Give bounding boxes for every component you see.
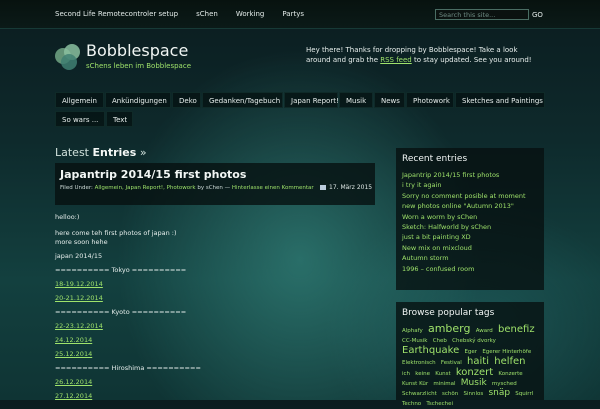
nav-musik[interactable]: Musik: [339, 92, 373, 108]
meta-dash: —: [224, 185, 231, 191]
post-line: here come teh first photos of japan :): [55, 229, 177, 237]
post-author: sChen: [205, 185, 223, 191]
bubble-logo-icon[interactable]: [55, 44, 81, 70]
tag-link[interactable]: Musik: [461, 378, 487, 388]
top-navigation: Second Life Remotecontroler setup sChen …: [55, 10, 322, 18]
gallery-link[interactable]: 24.12.2014: [55, 336, 92, 344]
by-label: by: [197, 185, 205, 191]
latest-entries-heading: Latest Entries »: [55, 146, 147, 159]
nav-allgemein[interactable]: Allgemein: [55, 92, 104, 108]
tag-link[interactable]: mysched: [492, 381, 517, 387]
tag-link[interactable]: ich: [402, 371, 410, 377]
tag-link[interactable]: Chebský dvorky: [452, 338, 496, 344]
post-line: more soon hehe: [55, 238, 108, 246]
site-title[interactable]: Bobblespace: [86, 41, 188, 60]
search-go-button[interactable]: GO: [532, 9, 543, 21]
double-arrow-icon: »: [139, 146, 147, 159]
recent-entry-link[interactable]: new photos online "Autumn 2013": [396, 201, 544, 211]
recent-entries-title: Recent entries: [402, 154, 468, 164]
tag-link[interactable]: amberg: [428, 322, 471, 335]
topnav-item-working[interactable]: Working: [236, 10, 265, 18]
post-title[interactable]: Japantrip 2014/15 first photos: [60, 168, 246, 181]
search-input[interactable]: Search this site...: [435, 9, 529, 20]
popular-tags-box: Browse popular tags Alphafy amberg Award…: [396, 302, 544, 407]
post-categories-links[interactable]: Allgemein, Japan Report!, Photowork: [95, 185, 196, 191]
recent-entry-link[interactable]: Sketch: Halfworld by sChen: [396, 222, 544, 232]
tag-link[interactable]: Eger: [464, 349, 477, 355]
tag-link[interactable]: Elektronisch: [402, 360, 436, 366]
tag-link[interactable]: Festival: [441, 360, 462, 366]
recent-entry-link[interactable]: Autumn storm: [396, 253, 544, 263]
tag-link[interactable]: minimal: [433, 381, 455, 387]
tag-link[interactable]: Schwarzlicht: [402, 391, 437, 397]
recent-entry-link[interactable]: just a bit painting XD: [396, 232, 544, 242]
nav-photowork[interactable]: Photowork: [406, 92, 454, 108]
topnav-item-partys[interactable]: Partys: [282, 10, 304, 18]
tag-cloud: Alphafy amberg Award benefiz CC-Musik Ch…: [396, 322, 544, 409]
post-line: ========== Kyoto ==========: [55, 308, 187, 316]
tag-link[interactable]: Techno: [402, 401, 421, 407]
latest-label: Latest: [55, 146, 89, 159]
gallery-link[interactable]: 20-21.12.2014: [55, 294, 103, 302]
post-line: helloo:): [55, 213, 80, 221]
tag-link[interactable]: konzert: [456, 367, 493, 378]
gallery-link[interactable]: 27.12.2014: [55, 392, 92, 400]
nav-gedanken[interactable]: Gedanken/Tagebuch: [202, 92, 283, 108]
recent-entries-box: Recent entries Japantrip 2014/15 first p…: [396, 148, 544, 290]
post-line: japan 2014/15: [55, 252, 103, 260]
tag-link[interactable]: haiti: [467, 356, 489, 367]
post-date-text: 17. März 2015: [329, 184, 373, 191]
rss-feed-link[interactable]: RSS feed: [380, 56, 412, 64]
nav-so-wars[interactable]: So wars ...: [55, 111, 105, 127]
tag-link[interactable]: Earthquake: [402, 345, 459, 356]
tag-link[interactable]: Tschechei: [426, 401, 453, 407]
tag-link[interactable]: Squirrl: [515, 391, 533, 397]
topnav-item-remotecontroler[interactable]: Second Life Remotecontroler setup: [55, 10, 178, 18]
calendar-icon: [320, 185, 326, 190]
tag-link[interactable]: Kunst Kür: [402, 381, 428, 387]
tag-link[interactable]: Cheb: [433, 338, 447, 344]
tag-link[interactable]: Egerer Hinterhöfe: [482, 349, 531, 355]
recent-entry-link[interactable]: i try it again: [396, 180, 544, 190]
nav-sketches[interactable]: Sketches and Paintings: [455, 92, 545, 108]
gallery-link[interactable]: 26.12.2014: [55, 378, 92, 386]
tag-link[interactable]: Sinnlos: [463, 391, 483, 397]
welcome-text-end: to stay updated. See you around!: [413, 56, 532, 64]
nav-news[interactable]: News: [374, 92, 405, 108]
welcome-message: Hey there! Thanks for dropping by Bobble…: [306, 45, 544, 65]
gallery-link[interactable]: 25.12.2014: [55, 350, 92, 358]
tag-link[interactable]: Konzerte: [498, 371, 522, 377]
tag-link[interactable]: CC-Musik: [402, 338, 427, 344]
nav-japan-report[interactable]: Japan Report!: [284, 92, 339, 108]
popular-tags-title: Browse popular tags: [402, 308, 495, 318]
post-line: ========== Hiroshima ==========: [55, 364, 201, 372]
tag-link[interactable]: benefiz: [498, 324, 535, 335]
nav-ankuendigungen[interactable]: Ankündigungen: [105, 92, 171, 108]
tag-link[interactable]: Kunst: [435, 371, 450, 377]
recent-entry-link[interactable]: Worn a worm by sChen: [396, 212, 544, 222]
recent-entries-list: Japantrip 2014/15 first photos i try it …: [396, 170, 544, 274]
tag-link[interactable]: helfen: [494, 356, 525, 367]
recent-entry-link[interactable]: Japantrip 2014/15 first photos: [396, 170, 544, 180]
nav-text[interactable]: Text: [106, 111, 133, 127]
entries-label: Entries: [92, 146, 137, 159]
tag-link[interactable]: Alphafy: [402, 328, 423, 334]
tag-link[interactable]: Award: [476, 328, 493, 334]
tag-link[interactable]: schön: [442, 391, 458, 397]
tag-link[interactable]: keine: [415, 371, 430, 377]
nav-deko[interactable]: Deko: [172, 92, 201, 108]
recent-entry-link[interactable]: 1996 – confused room: [396, 264, 544, 274]
recent-entry-link[interactable]: Sorry no comment posible at moment: [396, 191, 544, 201]
post-line: ========== Tokyo ==========: [55, 266, 187, 274]
post-meta: Filed Under: Allgemein, Japan Report!, P…: [60, 184, 318, 192]
tag-link[interactable]: snäp: [488, 388, 510, 398]
filed-under-label: Filed Under:: [60, 185, 93, 191]
gallery-link[interactable]: 18-19.12.2014: [55, 280, 103, 288]
topnav-item-schen[interactable]: sChen: [196, 10, 218, 18]
recent-entry-link[interactable]: New mix on mixcloud: [396, 243, 544, 253]
leave-comment-link[interactable]: Hinterlasse einen Kommentar: [232, 185, 314, 191]
post-date: 17. März 2015: [320, 184, 372, 191]
gallery-link[interactable]: 22-23.12.2014: [55, 322, 103, 330]
site-description: sChens leben im Bobblespace: [86, 62, 191, 70]
